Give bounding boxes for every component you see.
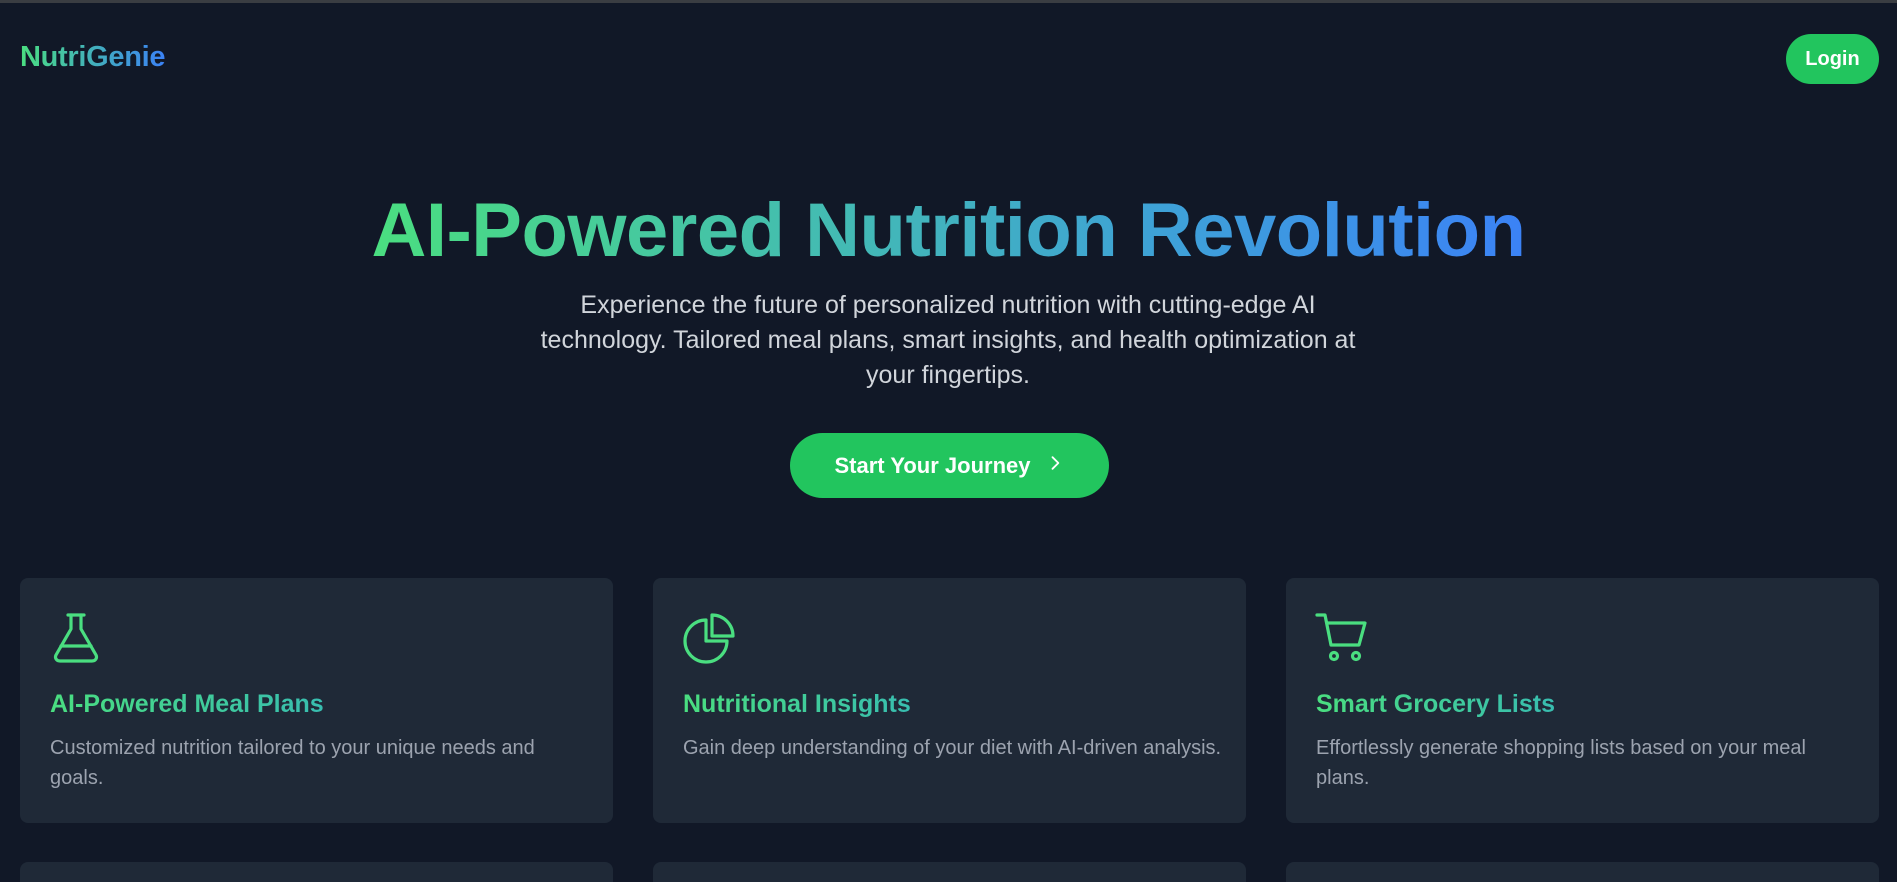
feature-card-partial <box>653 862 1246 882</box>
feature-description: Customized nutrition tailored to your un… <box>50 737 535 789</box>
feature-title: AI-Powered Meal Plans <box>50 690 324 718</box>
hero-title-text: AI-Powered Nutrition Revolution <box>371 188 1526 273</box>
hero-title: AI-Powered Nutrition Revolution <box>0 186 1897 276</box>
feature-card-partial <box>20 862 613 882</box>
feature-description: Gain deep understanding of your diet wit… <box>683 737 1222 759</box>
flask-icon <box>48 610 104 666</box>
feature-card-partial <box>1286 862 1879 882</box>
feature-card-meal-plans: AI-Powered Meal Plans Customized nutriti… <box>20 578 613 823</box>
navbar: NutriGenie Login <box>0 3 1897 113</box>
login-button[interactable]: Login <box>1786 34 1879 84</box>
shopping-cart-icon <box>1314 610 1370 666</box>
feature-card-insights: Nutritional Insights Gain deep understan… <box>653 578 1246 823</box>
feature-description: Effortlessly generate shopping lists bas… <box>1316 737 1806 789</box>
feature-title: Smart Grocery Lists <box>1316 690 1555 718</box>
feature-title: Nutritional Insights <box>683 690 911 718</box>
feature-card-grocery: Smart Grocery Lists Effortlessly generat… <box>1286 578 1879 823</box>
pie-chart-icon <box>681 610 737 666</box>
chevron-right-icon <box>1045 453 1065 479</box>
hero-subtitle: Experience the future of personalized nu… <box>540 291 1356 389</box>
start-journey-label: Start Your Journey <box>834 452 1031 478</box>
start-journey-button[interactable]: Start Your Journey <box>790 433 1109 498</box>
brand-logo[interactable]: NutriGenie <box>20 41 166 74</box>
